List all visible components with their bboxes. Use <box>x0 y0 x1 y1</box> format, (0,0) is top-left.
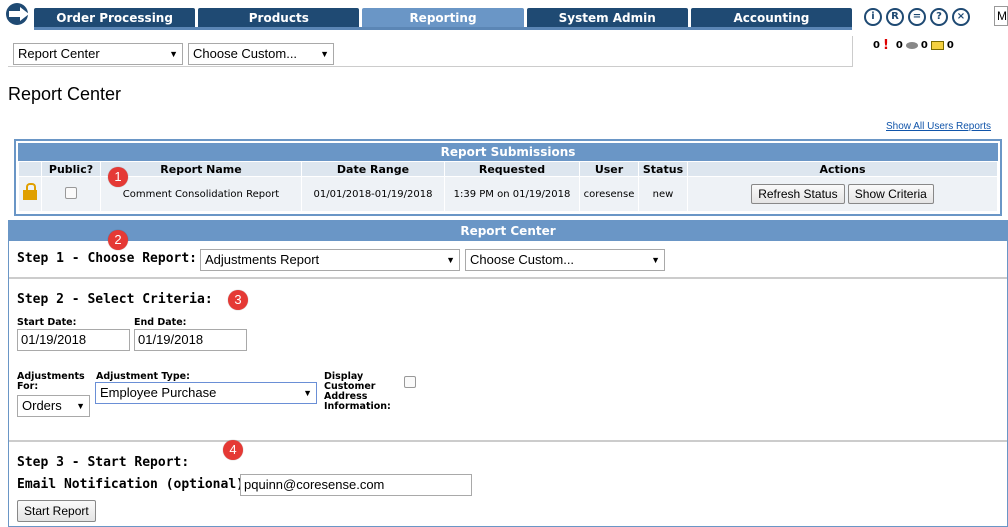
start-date-label: Start Date: <box>17 317 77 328</box>
divider <box>9 277 1007 279</box>
report-center-header: Report Center <box>9 221 1007 241</box>
main-nav-tabs: Order Processing Products Reporting Syst… <box>34 8 853 30</box>
print-icon[interactable]: = <box>908 8 926 26</box>
chevron-down-icon: ▼ <box>446 255 455 265</box>
user-menu-box[interactable]: M <box>994 6 1008 26</box>
mail-envelope-icon[interactable] <box>930 41 944 50</box>
message-count: 0 <box>895 40 903 51</box>
choose-custom-report-select-value: Choose Custom... <box>470 252 575 267</box>
message-bubble-icon[interactable] <box>905 42 918 49</box>
adjustment-type-select-value: Employee Purchase <box>100 385 217 400</box>
choose-report-select-value: Adjustments Report <box>205 252 320 267</box>
adjustments-for-label: Adjustments For: <box>17 371 85 392</box>
end-date-label: End Date: <box>134 317 187 328</box>
divider <box>9 440 1007 442</box>
lock-cell <box>19 177 41 211</box>
column-header-date-range: Date Range <box>302 162 444 176</box>
page-title: Report Center <box>8 84 122 104</box>
column-header-report-name: Report Name <box>101 162 301 176</box>
email-notification-input[interactable]: pquinn@coresense.com <box>240 474 472 496</box>
public-checkbox[interactable] <box>65 186 77 199</box>
display-customer-address-checkbox[interactable] <box>404 376 416 388</box>
registered-icon[interactable]: R <box>886 8 904 26</box>
status-cell: new <box>639 177 687 211</box>
notification-counts: 0 ! 0 0 0 <box>873 38 954 53</box>
column-header-public: Public? <box>42 162 100 176</box>
chevron-down-icon: ▼ <box>76 401 85 411</box>
report-submissions-table: Public? Report Name Date Range Requested… <box>18 161 998 212</box>
adjustments-for-select[interactable]: Orders ▼ <box>17 395 90 417</box>
unlock-icon[interactable] <box>23 182 37 200</box>
show-criteria-button[interactable]: Show Criteria <box>847 184 934 204</box>
step1-label: Step 1 - Choose Report: <box>17 251 198 266</box>
step2-label: Step 2 - Select Criteria: <box>17 292 213 307</box>
table-row: Comment Consolidation Report 01/01/2018-… <box>19 177 997 211</box>
app-logo[interactable] <box>4 2 34 26</box>
annotation-marker-1: 1 <box>108 167 128 187</box>
refresh-status-button[interactable]: Refresh Status <box>751 184 845 204</box>
tab-accounting[interactable]: Accounting <box>690 8 853 27</box>
step3-label: Step 3 - Start Report: <box>17 455 190 470</box>
adjustment-type-label: Adjustment Type: <box>96 371 190 382</box>
column-header-lock <box>19 162 41 176</box>
divider <box>8 66 853 67</box>
column-header-requested: Requested <box>445 162 579 176</box>
annotation-marker-4: 4 <box>223 440 243 460</box>
help-icon[interactable]: ? <box>930 8 948 26</box>
tab-order-processing[interactable]: Order Processing <box>34 8 196 27</box>
adjustment-type-select[interactable]: Employee Purchase ▼ <box>95 382 317 404</box>
tab-products[interactable]: Products <box>198 8 360 27</box>
start-date-input[interactable]: 01/19/2018 <box>17 329 130 351</box>
alert-icon[interactable]: ! <box>883 38 889 53</box>
divider <box>852 36 853 66</box>
chevron-down-icon: ▼ <box>169 49 178 59</box>
mail-count-prefix: 0 <box>920 40 928 51</box>
info-icon[interactable]: i <box>864 8 882 26</box>
user-cell: coresense <box>580 177 638 211</box>
date-range-cell: 01/01/2018-01/19/2018 <box>302 177 444 211</box>
top-icon-bar: i R = ? × <box>864 8 970 26</box>
email-notification-label: Email Notification (optional): <box>17 477 252 492</box>
show-all-users-reports-link[interactable]: Show All Users Reports <box>886 121 991 132</box>
logo-arrow-icon <box>6 3 29 25</box>
alert-count: 0 <box>873 40 880 51</box>
requested-cell: 1:39 PM on 01/19/2018 <box>445 177 579 211</box>
public-cell <box>42 177 100 211</box>
chevron-down-icon: ▼ <box>303 388 312 398</box>
table-header-row: Public? Report Name Date Range Requested… <box>19 162 997 176</box>
report-name-cell: Comment Consolidation Report <box>101 177 301 211</box>
choose-report-select[interactable]: Adjustments Report ▼ <box>200 249 460 271</box>
display-customer-address-label: Display Customer Address Information: <box>324 371 391 412</box>
choose-custom-select[interactable]: Choose Custom... ▼ <box>188 43 334 65</box>
report-center-select-value: Report Center <box>18 46 100 61</box>
actions-cell: Refresh Status Show Criteria <box>688 177 997 211</box>
close-icon[interactable]: × <box>952 8 970 26</box>
choose-custom-select-value: Choose Custom... <box>193 46 298 61</box>
report-submissions-header: Report Submissions <box>18 143 998 161</box>
mail-count: 0 <box>946 40 954 51</box>
tab-system-admin[interactable]: System Admin <box>526 8 688 27</box>
report-center-select[interactable]: Report Center ▼ <box>13 43 183 65</box>
chevron-down-icon: ▼ <box>651 255 660 265</box>
choose-custom-report-select[interactable]: Choose Custom... ▼ <box>465 249 665 271</box>
tab-reporting[interactable]: Reporting <box>362 8 524 27</box>
report-submissions-panel: Report Submissions Public? Report Name D… <box>14 139 1002 216</box>
annotation-marker-3: 3 <box>228 290 248 310</box>
column-header-actions: Actions <box>688 162 997 176</box>
adjustments-for-select-value: Orders <box>22 398 62 413</box>
end-date-input[interactable]: 01/19/2018 <box>134 329 247 351</box>
column-header-status: Status <box>639 162 687 176</box>
column-header-user: User <box>580 162 638 176</box>
start-report-button[interactable]: Start Report <box>17 500 96 522</box>
annotation-marker-2: 2 <box>108 230 128 250</box>
chevron-down-icon: ▼ <box>320 49 329 59</box>
